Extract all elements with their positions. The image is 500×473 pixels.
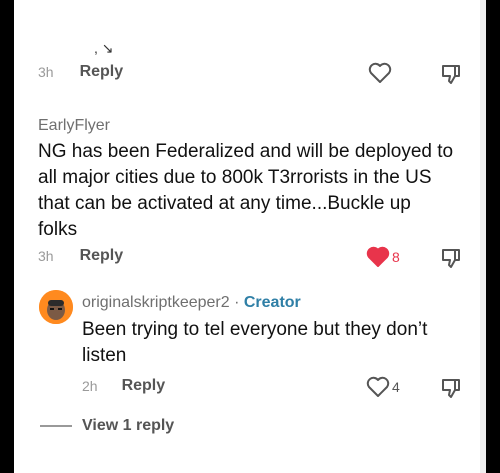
thumbs-down-icon — [442, 379, 460, 398]
comments-panel: , ↘ 3h Reply EarlyFlyer NG has been Fede… — [14, 0, 486, 473]
comment-text-line: NG has been Federalized and will be depl… — [38, 141, 454, 162]
heart-icon — [366, 246, 390, 267]
thumbs-down-icon — [442, 249, 460, 268]
truncated-comment-tail: , ↘ — [94, 40, 114, 56]
reply-button[interactable]: Reply — [122, 377, 166, 395]
view-replies-divider — [40, 425, 72, 427]
avatar[interactable] — [39, 290, 73, 324]
comment-meta-row: 2h Reply — [82, 377, 165, 395]
reply-username-line: originalskriptkeeper2 · Creator — [82, 294, 301, 312]
creator-badge: Creator — [243, 294, 301, 311]
dislike-button[interactable] — [440, 377, 462, 399]
comment-meta-row: 3h Reply — [38, 247, 123, 265]
reply-button[interactable]: Reply — [80, 63, 124, 81]
like-button[interactable]: 4 — [366, 376, 400, 398]
comment-text-line: listen — [82, 345, 127, 366]
comment-meta-row: 3h Reply — [38, 63, 123, 81]
comment-text-line: that can be activated at any time...Buck… — [38, 193, 411, 214]
comment-text: Been trying to tel everyone but they don… — [82, 317, 427, 369]
avatar-image — [39, 290, 73, 324]
view-replies-button[interactable]: View 1 reply — [40, 417, 174, 435]
like-button[interactable] — [368, 62, 392, 84]
comment-username[interactable]: EarlyFlyer — [38, 117, 110, 135]
like-count: 8 — [392, 249, 400, 265]
edge-shadow — [480, 0, 486, 473]
username-separator: · — [229, 294, 244, 311]
comment-time: 3h — [38, 248, 54, 264]
heart-icon — [368, 62, 392, 83]
like-count: 4 — [392, 379, 400, 395]
reply-button[interactable]: Reply — [80, 247, 124, 265]
thumbs-down-icon — [442, 65, 460, 84]
comment-text-line: folks — [38, 219, 78, 240]
like-button[interactable]: 8 — [366, 246, 400, 268]
comment-text: NG has been Federalized and will be depl… — [38, 139, 453, 243]
comment-text-line: Been trying to tel everyone but they don… — [82, 319, 428, 340]
dislike-button[interactable] — [440, 247, 462, 269]
comment-time: 2h — [82, 378, 98, 394]
dislike-button[interactable] — [440, 63, 462, 85]
comment-text-line: all major cities due to 800k T3rrorists … — [38, 167, 432, 188]
view-replies-label: View 1 reply — [82, 417, 175, 434]
comment-username[interactable]: originalskriptkeeper2 — [82, 294, 230, 311]
heart-icon — [366, 376, 390, 397]
comment-time: 3h — [38, 64, 54, 80]
